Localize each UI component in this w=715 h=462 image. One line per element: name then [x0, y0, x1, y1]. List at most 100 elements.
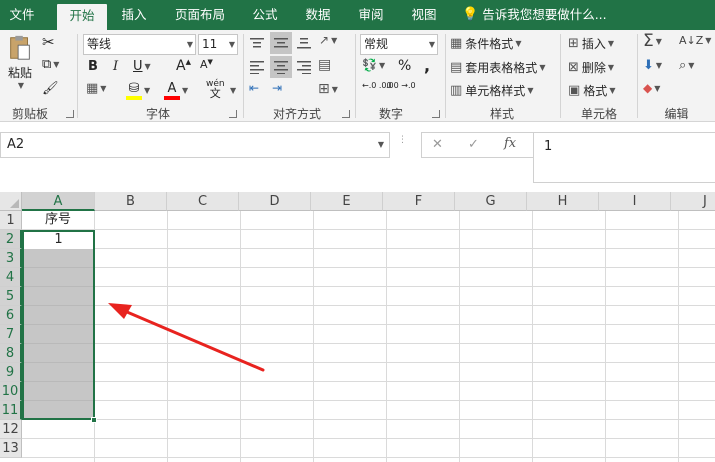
decrease-indent-button[interactable]: ⇤ [249, 82, 259, 94]
percent-style-button[interactable]: % [398, 58, 411, 74]
clear-button[interactable]: ◆ ▼ [643, 82, 660, 94]
chevron-down-icon: ▼ [17, 81, 25, 90]
chevron-down-icon: ▼ [539, 63, 546, 72]
tab-page-layout[interactable]: 页面布局 [168, 0, 232, 30]
align-bottom-button[interactable] [296, 34, 314, 52]
copy-button[interactable]: ⧉ ▼ [42, 58, 59, 71]
font-launcher-icon[interactable] [229, 110, 237, 118]
conditional-formatting-button[interactable]: ▦ 条件格式 ▼ [450, 35, 521, 52]
increase-decimal-button[interactable]: ←.0 .00 [362, 82, 392, 90]
sigma-icon: Σ [643, 31, 654, 51]
worksheet-grid: A B C D E F G H I J 1 2 3 4 5 6 7 8 9 10… [0, 192, 715, 462]
italic-button[interactable]: I [113, 59, 118, 74]
phonetic-guide-button[interactable]: wén 文 [206, 79, 225, 99]
tell-me-box[interactable]: 💡 告诉我您想要做什么... [462, 0, 612, 30]
fill-color-button[interactable]: ⛁ ▼ [126, 81, 150, 100]
clipboard-launcher-icon[interactable] [66, 110, 74, 118]
decrease-font-button[interactable]: A ▼ [200, 58, 213, 71]
cancel-icon[interactable]: ✕ [432, 137, 443, 152]
number-launcher-icon[interactable] [432, 110, 440, 118]
chevron-down-icon: ▼ [527, 86, 534, 95]
align-right-button[interactable] [296, 58, 314, 76]
align-left-button[interactable] [249, 58, 267, 76]
increase-indent-button[interactable]: ⇥ [272, 82, 282, 94]
delete-cells-button[interactable]: ⊠ 删除 ▼ [568, 59, 614, 76]
wrap-text-button[interactable]: ▤ [318, 58, 331, 72]
border-icon: ▦ [86, 81, 99, 96]
currency-icon: 💱 [362, 58, 377, 72]
chevron-down-icon: ▼ [654, 83, 661, 93]
font-size-select[interactable]: 11 ▼ [198, 34, 238, 55]
chevron-down-icon: ▼ [609, 86, 616, 95]
font-name-select[interactable]: 等线 ▼ [83, 34, 196, 55]
align-top-button[interactable] [249, 34, 267, 52]
tab-data[interactable]: 数据 [298, 0, 338, 30]
cut-button[interactable]: ✂ [42, 35, 55, 50]
formula-input[interactable]: 1 [533, 132, 715, 183]
chevron-down-icon: ▼ [182, 86, 189, 95]
chevron-down-icon: ▼ [230, 86, 237, 95]
grip-icon[interactable]: ⋮ [398, 136, 407, 145]
chevron-down-icon: ▼ [100, 84, 107, 93]
wrap-text-icon: ▤ [318, 57, 332, 73]
chevron-down-icon: ▼ [705, 36, 712, 45]
align-middle-icon [274, 38, 288, 48]
tab-insert[interactable]: 插入 [112, 0, 156, 30]
sort-filter-button[interactable]: A↓Z ▼ [679, 35, 711, 46]
bold-button[interactable]: B [88, 59, 98, 74]
align-center-icon [274, 61, 288, 74]
format-as-table-button[interactable]: ▤ 套用表格格式 ▼ [450, 59, 545, 76]
formula-buttons: ✕ ✓ fx [421, 132, 533, 158]
chevron-down-icon: ▼ [144, 62, 151, 71]
table-format-icon: ▤ [450, 60, 463, 75]
underline-button[interactable]: U ▼ [133, 59, 151, 74]
chevron-down-icon: ▼ [655, 61, 663, 70]
caret-down-icon: ▼ [207, 58, 213, 66]
orientation-button[interactable]: ↗ ▼ [319, 34, 337, 46]
chevron-down-icon: ▼ [688, 61, 695, 70]
enter-icon[interactable]: ✓ [468, 137, 479, 152]
decrease-decimal-button[interactable]: .00 →.0 [386, 82, 416, 90]
tab-formulas[interactable]: 公式 [245, 0, 285, 30]
align-bottom-icon [297, 38, 311, 49]
font-color-button[interactable]: A ▼ [164, 81, 188, 100]
comma-style-button[interactable]: , [424, 56, 430, 75]
insert-cells-button[interactable]: ⊞ 插入 ▼ [568, 35, 614, 52]
chevron-down-icon: ▼ [144, 86, 151, 95]
sort-filter-icon: A↓Z [679, 34, 704, 47]
autosum-button[interactable]: Σ ▼ [643, 33, 662, 50]
copy-icon: ⧉ [42, 57, 52, 72]
borders-button[interactable]: ▦ ▼ [86, 82, 106, 95]
number-format-select[interactable]: 常规 ▼ [360, 34, 438, 55]
search-icon: ⌕ [679, 58, 687, 73]
increase-font-button[interactable]: A ▲ [176, 58, 191, 74]
chevron-down-icon: ▼ [53, 60, 60, 69]
caret-up-icon: ▲ [185, 58, 191, 66]
format-cells-icon: ▣ [568, 83, 581, 98]
insert-function-icon[interactable]: fx [504, 136, 516, 151]
align-center-button[interactable] [270, 56, 292, 78]
tab-review[interactable]: 审阅 [351, 0, 391, 30]
clipboard-paste-icon [10, 35, 30, 60]
alignment-launcher-icon[interactable] [342, 110, 350, 118]
fill-button[interactable]: ⬇ ▼ [643, 59, 662, 72]
format-painter-button[interactable]: 🖌 [42, 82, 59, 95]
format-cells-button[interactable]: ▣ 格式 ▼ [568, 82, 615, 99]
tab-home[interactable]: 开始 [57, 4, 107, 30]
group-label-cells: 单元格 [580, 107, 617, 121]
scissors-icon: ✂ [42, 33, 55, 51]
annotation-arrow [108, 303, 265, 372]
insert-cells-icon: ⊞ [568, 36, 579, 51]
find-select-button[interactable]: ⌕ ▼ [679, 59, 694, 72]
align-middle-button[interactable] [270, 32, 292, 54]
name-box[interactable]: A2 ▼ [0, 132, 390, 158]
merge-center-button[interactable]: ⊞ ▼ [318, 82, 338, 96]
tab-file[interactable]: 文件 [0, 0, 44, 30]
cell-styles-button[interactable]: ▥ 单元格样式 ▼ [450, 82, 533, 99]
phonetic-dropdown[interactable]: ▼ [228, 86, 236, 95]
ribbon-tab-bar: 文件 开始 插入 页面布局 公式 数据 审阅 视图 💡 告诉我您想要做什么... [0, 0, 715, 30]
paste-button[interactable]: 粘贴 ▼ [5, 34, 35, 90]
group-label-editing: 编辑 [664, 107, 689, 121]
tab-view[interactable]: 视图 [404, 0, 444, 30]
accounting-format-button[interactable]: 💱 ▼ [362, 59, 385, 71]
